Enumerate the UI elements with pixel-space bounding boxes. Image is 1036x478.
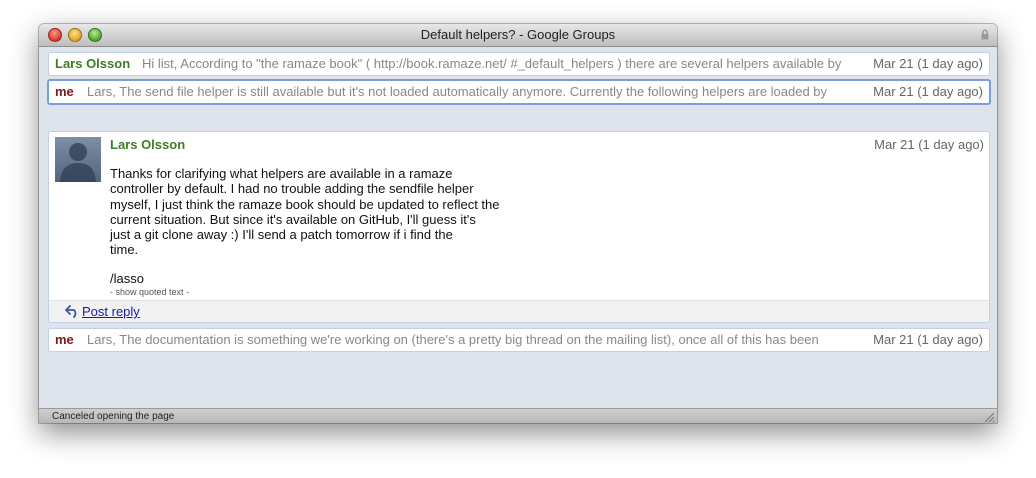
message-date: Mar 21 (1 day ago) xyxy=(873,56,983,71)
expanded-author: Lars Olsson xyxy=(110,137,186,152)
message-author: me xyxy=(55,84,74,99)
message-row[interactable]: me Lars, The documentation is something … xyxy=(48,328,990,352)
message-author: me xyxy=(55,332,74,347)
status-bar: Canceled opening the page xyxy=(39,408,997,423)
message-author: Lars Olsson xyxy=(55,56,131,71)
expanded-date: Mar 21 (1 day ago) xyxy=(874,137,984,152)
message-date: Mar 21 (1 day ago) xyxy=(873,84,983,99)
message-row[interactable]: Lars Olsson Hi list, According to "the r… xyxy=(48,52,990,76)
message-signature: /lasso xyxy=(110,271,144,286)
expanded-message: Lars Olsson Mar 21 (1 day ago) Thanks fo… xyxy=(48,131,990,323)
status-text: Canceled opening the page xyxy=(52,411,175,422)
browser-window: Default helpers? - Google Groups Lars Ol… xyxy=(39,24,997,423)
message-date: Mar 21 (1 day ago) xyxy=(873,332,983,347)
window-title: Default helpers? - Google Groups xyxy=(420,27,616,42)
resize-grip-icon[interactable] xyxy=(984,412,995,423)
close-icon[interactable] xyxy=(48,28,62,42)
lock-icon xyxy=(981,29,989,40)
reply-arrow-icon[interactable] xyxy=(65,305,80,318)
minimize-icon[interactable] xyxy=(68,28,82,42)
avatar xyxy=(55,137,101,182)
post-reply-link[interactable]: Post reply xyxy=(82,304,140,319)
show-quoted-text-link[interactable]: - show quoted text - xyxy=(110,287,189,297)
message-body: Thanks for clarifying what helpers are a… xyxy=(110,166,500,258)
reply-bar: Post reply xyxy=(49,300,989,322)
person-icon xyxy=(60,143,96,182)
message-snippet: Lars, The send file helper is still avai… xyxy=(87,84,828,99)
title-bar[interactable]: Default helpers? - Google Groups xyxy=(39,24,997,47)
message-row-selected[interactable]: me Lars, The send file helper is still a… xyxy=(47,79,991,105)
message-snippet: Lars, The documentation is something we'… xyxy=(87,332,819,347)
zoom-icon[interactable] xyxy=(88,28,102,42)
message-snippet: Hi list, According to "the ramaze book" … xyxy=(142,56,842,71)
conversation-pane: Lars Olsson Hi list, According to "the r… xyxy=(39,47,997,408)
